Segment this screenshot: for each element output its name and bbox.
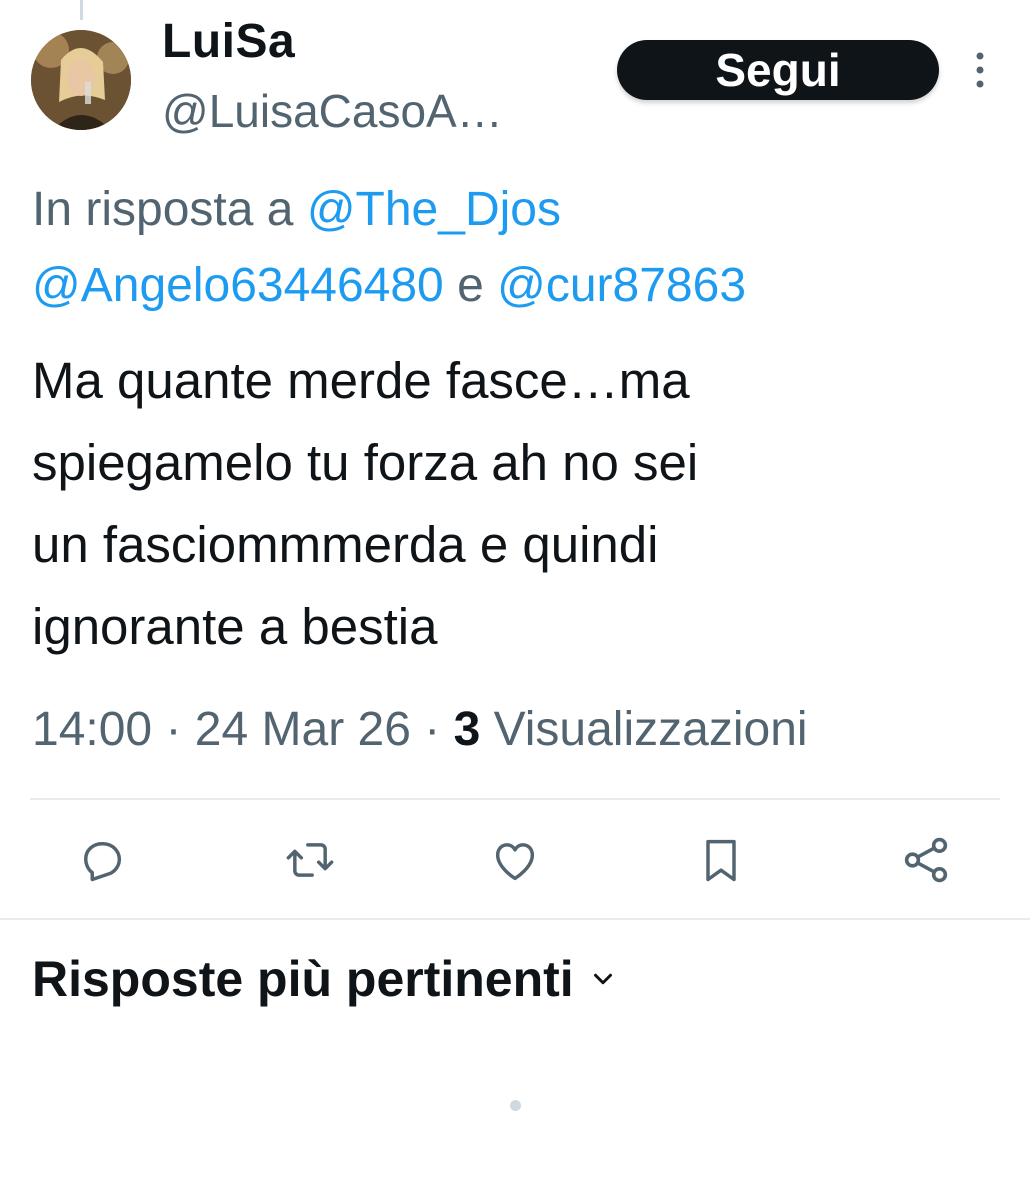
like-button[interactable] [485, 830, 545, 890]
bookmark-icon [706, 839, 736, 882]
retweet-icon [286, 843, 334, 877]
like-icon [495, 843, 535, 881]
tweet-time[interactable]: 14:00 [32, 703, 152, 756]
avatar[interactable] [31, 30, 131, 130]
views-count: 3 [453, 703, 481, 756]
divider [30, 798, 1000, 800]
thread-connector-line [80, 0, 83, 20]
retweet-button[interactable] [280, 830, 340, 890]
author-handle[interactable]: @LuisaCasoA… [162, 84, 503, 138]
reply-icon [84, 842, 122, 882]
views-label: Visualizzazioni [480, 703, 808, 756]
reply-to-conjunction: e [443, 259, 498, 312]
meta-separator: · [152, 703, 195, 756]
section-divider [0, 918, 1030, 920]
loading-indicator [510, 1100, 521, 1111]
reply-to-context: In risposta a @The_Djos @Angelo63446480 … [32, 172, 992, 324]
avatar-photo [31, 30, 131, 130]
bookmark-button[interactable] [691, 830, 751, 890]
share-icon [904, 837, 948, 883]
replies-sort-label: Risposte più pertinenti [32, 951, 574, 1007]
meta-separator: · [410, 703, 454, 756]
tweet-meta: 14:00 · 24 Mar 26 · 3 Visualizzazioni [32, 702, 808, 757]
tweet-text: Ma quante merde fasce…ma spiegamelo tu f… [32, 352, 699, 655]
follow-button[interactable]: Segui [617, 40, 939, 100]
author-display-name[interactable]: LuiSa [162, 14, 295, 69]
tweet-date[interactable]: 24 Mar 26 [195, 703, 411, 756]
tweet-actions-bar [0, 830, 1030, 890]
more-options-button[interactable] [966, 48, 994, 94]
chevron-down-icon [593, 973, 612, 985]
replies-sort-dropdown[interactable]: Risposte più pertinenti [32, 950, 618, 1008]
reply-button[interactable] [72, 830, 132, 890]
reply-to-prefix: In risposta a [32, 183, 307, 236]
mention-link[interactable]: @cur87863 [497, 259, 746, 312]
more-vertical-icon [976, 52, 984, 88]
mention-link[interactable]: @Angelo63446480 [32, 259, 444, 312]
mention-link[interactable]: @The_Djos [307, 183, 561, 236]
share-button[interactable] [896, 830, 956, 890]
